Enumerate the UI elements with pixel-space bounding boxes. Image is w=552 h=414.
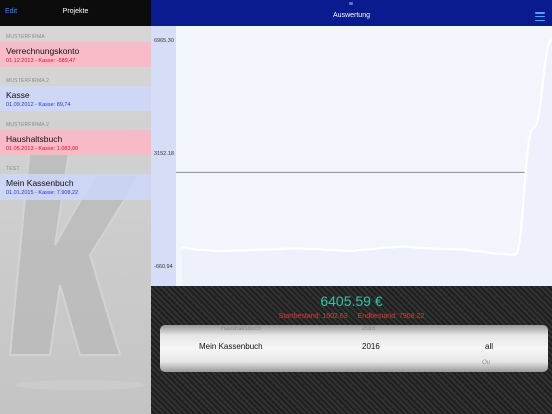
project-row-haushaltsbuch[interactable]: Haushaltsbuch 01.05.2013 - Kasse: 1.083,…: [0, 130, 151, 155]
section-header: TEST: [6, 166, 20, 172]
project-row-verrechnungskonto[interactable]: Verrechnungskonto 01.12.2013 - Kasse: -5…: [0, 42, 151, 67]
project-name: Verrechnungskonto: [6, 46, 80, 56]
balance-chart: 6965.30 3152.18 -660.94: [151, 26, 552, 286]
picker-period-selected[interactable]: all: [485, 342, 493, 351]
status-bar-indicator: [349, 2, 353, 5]
section-header: MUSTERFIRMA 2: [6, 78, 50, 84]
hamburger-menu-icon[interactable]: [535, 12, 545, 22]
page-title: Auswertung: [333, 12, 370, 19]
y-tick-label: 3152.18: [154, 151, 174, 157]
picker-period-next[interactable]: Ou: [482, 360, 490, 366]
sidebar-navbar: Edit Projekte: [0, 0, 151, 26]
end-balance: Endbestand: 7908.22: [357, 313, 425, 320]
summary-panel: 6405.59 € Startbestand: 1502.63 Endbesta…: [151, 286, 552, 414]
balance-summary: Startbestand: 1502.63 Endbestand: 7908.2…: [151, 313, 552, 320]
section-header: MUSTERFIRMA 2: [6, 122, 50, 128]
project-name: Mein Kassenbuch: [6, 178, 74, 188]
y-tick-label: -660.94: [154, 264, 173, 270]
picker-year-selected[interactable]: 2016: [362, 342, 380, 351]
y-tick-label: 6965.30: [154, 38, 174, 44]
selection-picker[interactable]: Haushaltsbuch Mein Kassenbuch 2015 2016 …: [160, 325, 548, 372]
evaluation-pane: Auswertung 6965.30 3152.18 -660.94 6405.59…: [151, 0, 552, 414]
project-detail: 01.12.2013 - Kasse: -589,47: [6, 58, 76, 64]
start-balance: Startbestand: 1502.63: [278, 313, 348, 320]
chart-svg: 6965.30 3152.18 -660.94: [151, 26, 552, 286]
section-header: MUSTERFIRMA: [6, 34, 45, 40]
project-row-kasse[interactable]: Kasse 01.09.2012 - Kasse: 89,74: [0, 86, 151, 111]
top-navbar: Auswertung: [151, 0, 552, 26]
total-amount: 6405.59 €: [320, 293, 383, 309]
project-detail: 01.09.2012 - Kasse: 89,74: [6, 102, 71, 108]
project-name: Haushaltsbuch: [6, 134, 63, 144]
plot-background: [176, 26, 552, 286]
project-name: Kasse: [6, 90, 30, 100]
sidebar-title: Projekte: [62, 8, 89, 15]
picker-year-prev[interactable]: 2015: [362, 326, 375, 332]
project-detail: 01.01.2015 - Kasse: 7.908,22: [6, 190, 79, 196]
project-row-mein-kassenbuch[interactable]: Mein Kassenbuch 01.01.2015 - Kasse: 7.90…: [0, 174, 151, 200]
projects-sidebar: Edit Projekte MUSTERFIRMA Verrechnungsko…: [0, 0, 151, 414]
picker-project-prev[interactable]: Haushaltsbuch: [221, 326, 261, 332]
project-detail: 01.05.2013 - Kasse: 1.083,00: [6, 146, 79, 152]
picker-project-selected[interactable]: Mein Kassenbuch: [199, 342, 263, 351]
